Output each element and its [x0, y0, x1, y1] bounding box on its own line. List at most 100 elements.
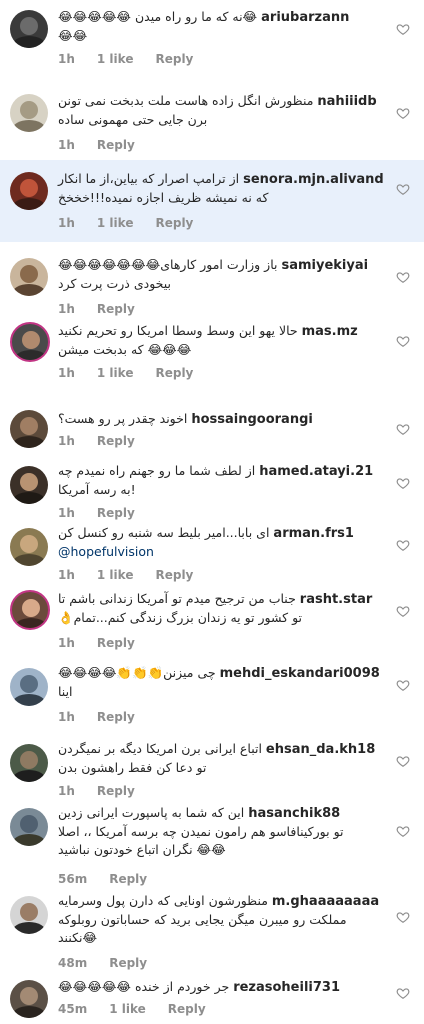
- reply-button[interactable]: Reply: [97, 138, 135, 152]
- reply-button[interactable]: Reply: [155, 568, 193, 582]
- heart-icon[interactable]: [396, 422, 410, 436]
- comment-meta: 1h Reply: [58, 506, 157, 520]
- heart-icon[interactable]: [396, 910, 410, 924]
- comment-username[interactable]: mehdi_eskandari0098: [220, 666, 380, 681]
- heart-icon[interactable]: [396, 182, 410, 196]
- like-count[interactable]: 1 like: [97, 568, 134, 582]
- comment-time: 1h: [58, 710, 75, 724]
- comment-item: mas.mz حالا یهو این وسط وسطا امریکا رو ت…: [0, 316, 424, 392]
- comment-body-line2: بیخودی ذرت پرت کرد: [58, 276, 171, 291]
- reply-button[interactable]: Reply: [109, 872, 147, 886]
- avatar[interactable]: [10, 744, 48, 782]
- comment-username[interactable]: m.ghaaaaaaaa: [272, 894, 379, 909]
- heart-icon[interactable]: [396, 270, 410, 284]
- avatar[interactable]: [10, 980, 48, 1018]
- comment-body-line2: اینا: [58, 684, 73, 699]
- comment-time: 1h: [58, 302, 75, 316]
- heart-icon[interactable]: [396, 986, 410, 1000]
- reply-button[interactable]: Reply: [97, 784, 135, 798]
- comment-time: 1h: [58, 784, 75, 798]
- comment-meta: 1h 1 like Reply: [58, 366, 215, 380]
- comment-body: جناب من ترجیح میدم تو آمریکا زندانی باشم…: [58, 591, 296, 606]
- avatar[interactable]: [10, 466, 48, 504]
- like-count[interactable]: 1 like: [97, 216, 134, 230]
- comment-body-line2: تو دعا کن فقط راهشون بدن: [58, 760, 207, 775]
- avatar[interactable]: [10, 896, 48, 934]
- comment-body-line2: که نه نمیشه ظریف اجازه نمیده!!!خخخخ: [58, 190, 269, 205]
- reply-button[interactable]: Reply: [97, 302, 135, 316]
- reply-button[interactable]: Reply: [97, 636, 135, 650]
- reply-button[interactable]: Reply: [155, 366, 193, 380]
- avatar[interactable]: [10, 590, 50, 630]
- comment-item: samiyekiyai باز وزارت امور کارهای😂😂😂😂😂😂😂…: [0, 250, 424, 316]
- comment-username[interactable]: senora.mjn.alivand: [243, 172, 384, 187]
- comment-username[interactable]: hamed.atayi.21: [259, 464, 373, 479]
- avatar[interactable]: [10, 172, 48, 210]
- comment-text: samiyekiyai باز وزارت امور کارهای😂😂😂😂😂😂😂…: [58, 256, 388, 293]
- comment-username[interactable]: samiyekiyai: [281, 258, 368, 273]
- comment-time: 1h: [58, 52, 75, 66]
- avatar[interactable]: [10, 258, 48, 296]
- like-count[interactable]: 1 like: [97, 366, 134, 380]
- heart-icon[interactable]: [396, 678, 410, 692]
- reply-button[interactable]: Reply: [155, 52, 193, 66]
- comment-time: 1h: [58, 216, 75, 230]
- comment-item: arman.frs1 ای بابا...امیر بلیط سه شنبه ر…: [0, 522, 424, 584]
- comment-username[interactable]: nahiiidb: [317, 94, 376, 109]
- heart-icon[interactable]: [396, 754, 410, 768]
- reply-button[interactable]: Reply: [168, 1002, 206, 1016]
- comment-meta: 1h Reply: [58, 636, 157, 650]
- avatar[interactable]: [10, 10, 48, 48]
- avatar[interactable]: [10, 808, 48, 846]
- reply-button[interactable]: Reply: [97, 506, 135, 520]
- reply-button[interactable]: Reply: [97, 434, 135, 448]
- comment-meta: 48m Reply: [58, 956, 169, 970]
- comment-text: ariubarzann 😂نه که ما رو راه میدن 😂😂😂😂😂 …: [58, 8, 388, 45]
- comment-username[interactable]: mas.mz: [302, 324, 358, 339]
- comment-item: m.ghaaaaaaaa منظورشون اونایی که دارن پول…: [0, 892, 424, 972]
- avatar[interactable]: [10, 528, 48, 566]
- comment-item: nahiiidb منظورش انگل زاده هاست ملت بدبخت…: [0, 80, 424, 160]
- heart-icon[interactable]: [396, 604, 410, 618]
- heart-icon[interactable]: [396, 22, 410, 36]
- heart-icon[interactable]: [396, 476, 410, 490]
- comment-username[interactable]: hasanchik88: [248, 806, 340, 821]
- comment-body: اتباع ایرانی برن امریکا دیگه بر نمیگردن: [58, 741, 262, 756]
- avatar[interactable]: [10, 322, 50, 362]
- mention-link[interactable]: @hopefulvision: [58, 544, 154, 559]
- comment-body-line2: مملکت رو میبرن میگن یجایی برید که حسابات…: [58, 912, 347, 927]
- comment-username[interactable]: hossaingoorangi: [191, 412, 313, 427]
- reply-button[interactable]: Reply: [109, 956, 147, 970]
- reply-button[interactable]: Reply: [97, 710, 135, 724]
- avatar[interactable]: [10, 94, 48, 132]
- avatar[interactable]: [10, 668, 48, 706]
- comment-body: 😂نه که ما رو راه میدن 😂😂😂😂😂: [58, 9, 258, 24]
- comment-body-line2: 😂😂: [58, 28, 88, 43]
- comment-body-line2: برن جایی حتی مهمونی ساده: [58, 112, 208, 127]
- heart-icon[interactable]: [396, 824, 410, 838]
- comment-body: از ترامپ اصرار که بیاین،از ما انکار: [58, 171, 240, 186]
- comment-username[interactable]: ariubarzann: [261, 10, 349, 25]
- comment-body-line3: 😂😂 نگران اتباع خودتون نباشید: [58, 842, 226, 857]
- comment-body: منظورشون اونایی که دارن پول وسرمایه: [58, 893, 268, 908]
- like-count[interactable]: 1 like: [109, 1002, 146, 1016]
- comment-username[interactable]: rasht.star: [300, 592, 372, 607]
- comment-item-highlighted: senora.mjn.alivand از ترامپ اصرار که بیا…: [0, 160, 424, 242]
- comment-username[interactable]: arman.frs1: [273, 526, 354, 541]
- comment-meta: 45m 1 like Reply: [58, 1002, 228, 1016]
- comment-body: باز وزارت امور کارهای😂😂😂😂😂😂😂: [58, 257, 278, 272]
- heart-icon[interactable]: [396, 334, 410, 348]
- comment-item: mehdi_eskandari0098 چی میزنن👏👏👏😂😂😂😂 اینا…: [0, 662, 424, 728]
- comment-meta: 1h 1 like Reply: [58, 52, 215, 66]
- comment-username[interactable]: ehsan_da.kh18: [266, 742, 375, 757]
- comment-username[interactable]: rezasoheili731: [233, 980, 340, 995]
- avatar[interactable]: [10, 410, 48, 448]
- like-count[interactable]: 1 like: [97, 52, 134, 66]
- comment-item: hamed.atayi.21 از لطف شما ما رو جهنم راه…: [0, 458, 424, 524]
- heart-icon[interactable]: [396, 538, 410, 552]
- comment-time: 1h: [58, 366, 75, 380]
- heart-icon[interactable]: [396, 106, 410, 120]
- comment-meta: 1h 1 like Reply: [58, 568, 215, 582]
- comment-item: ariubarzann 😂نه که ما رو راه میدن 😂😂😂😂😂 …: [0, 0, 424, 80]
- reply-button[interactable]: Reply: [155, 216, 193, 230]
